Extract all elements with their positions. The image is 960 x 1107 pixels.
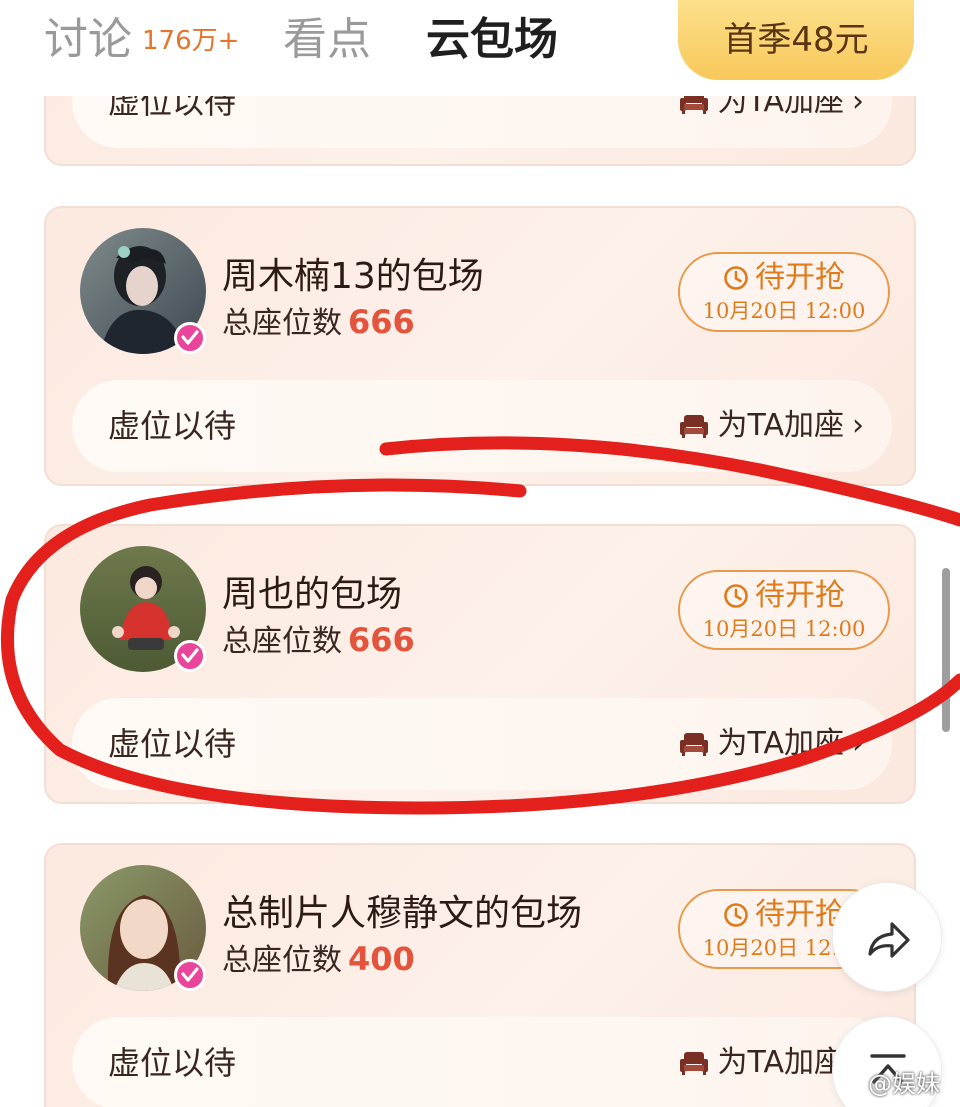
wait-label: 虚位以待 (108, 1044, 237, 1082)
clock-icon (723, 262, 749, 290)
host-name: 总制片人穆静文的包场 (222, 893, 583, 934)
chevron-right-icon: › (852, 726, 864, 761)
armchair-icon (679, 1050, 709, 1076)
add-seat-row[interactable]: 虚位以待 为TA加座 › (72, 1017, 892, 1107)
tab-cloud-screening[interactable]: 云包场 (426, 10, 558, 70)
seats-count: 400 (348, 940, 415, 978)
total-seats: 总座位数 400 (222, 937, 415, 983)
status-label: 待开抢 (755, 260, 845, 295)
scrollbar-thumb[interactable] (942, 568, 950, 732)
status-label: 待开抢 (755, 578, 845, 613)
share-arrow-icon (868, 922, 910, 958)
screening-card[interactable]: 周木楠13的包场 总座位数 666 待开抢 10月20日 12:00 虚位以待 为… (44, 206, 916, 486)
open-time: 10月20日 12:00 (702, 617, 866, 641)
add-seat-label: 为TA加座 (717, 726, 844, 761)
cloud-screening-page: 虚位以待 为TA加座 › 周木楠13的包场 总座位数 666 待开抢 10月20… (0, 0, 960, 1107)
armchair-icon (679, 731, 709, 757)
add-seat-button[interactable]: 为TA加座 › (679, 404, 864, 448)
seats-label: 总座位数 (222, 624, 342, 659)
total-seats: 总座位数 666 (222, 618, 415, 664)
share-button[interactable] (832, 882, 942, 992)
season-pass-button[interactable]: 首季48元 (678, 0, 914, 80)
discuss-count-badge: 176万+ (142, 26, 240, 56)
wait-label: 虚位以待 (108, 725, 237, 763)
host-name: 周木楠13的包场 (222, 256, 484, 297)
grab-status-button[interactable]: 待开抢 10月20日 12:00 (678, 252, 890, 332)
clock-icon (723, 899, 749, 927)
grab-status-button[interactable]: 待开抢 10月20日 12:00 (678, 570, 890, 650)
seats-label: 总座位数 (222, 943, 342, 978)
tab-highlights[interactable]: 看点 (283, 10, 371, 70)
add-seat-row[interactable]: 虚位以待 为TA加座 › (72, 698, 892, 790)
add-seat-row[interactable]: 虚位以待 为TA加座 › (72, 380, 892, 472)
add-seat-label: 为TA加座 (717, 408, 844, 443)
verified-badge-icon (174, 640, 206, 672)
seats-count: 666 (348, 621, 415, 659)
weibo-logo-icon (835, 1070, 864, 1096)
verified-badge-icon (174, 959, 206, 991)
chevron-right-icon: › (852, 408, 864, 443)
top-tab-bar: 讨论 176万+ 看点 云包场 首季48元 (0, 0, 960, 96)
tab-discuss[interactable]: 讨论 (44, 10, 132, 70)
screening-card[interactable]: 总制片人穆静文的包场 总座位数 400 待开抢 10月20日 12:00 虚位以待… (44, 843, 916, 1107)
clock-icon (723, 580, 749, 608)
status-label: 待开抢 (755, 897, 845, 932)
screening-card[interactable]: 周也的包场 总座位数 666 待开抢 10月20日 12:00 虚位以待 为TA加… (44, 524, 916, 804)
add-seat-label: 为TA加座 (717, 1045, 844, 1080)
seats-count: 666 (348, 303, 415, 341)
seats-label: 总座位数 (222, 306, 342, 341)
armchair-icon (679, 413, 709, 439)
watermark: @娱妹一 (835, 1066, 960, 1107)
open-time: 10月20日 12:00 (702, 299, 866, 323)
wait-label: 虚位以待 (108, 407, 237, 445)
host-name: 周也的包场 (222, 574, 403, 615)
total-seats: 总座位数 666 (222, 300, 415, 346)
verified-badge-icon (174, 322, 206, 354)
add-seat-button[interactable]: 为TA加座 › (679, 722, 864, 766)
